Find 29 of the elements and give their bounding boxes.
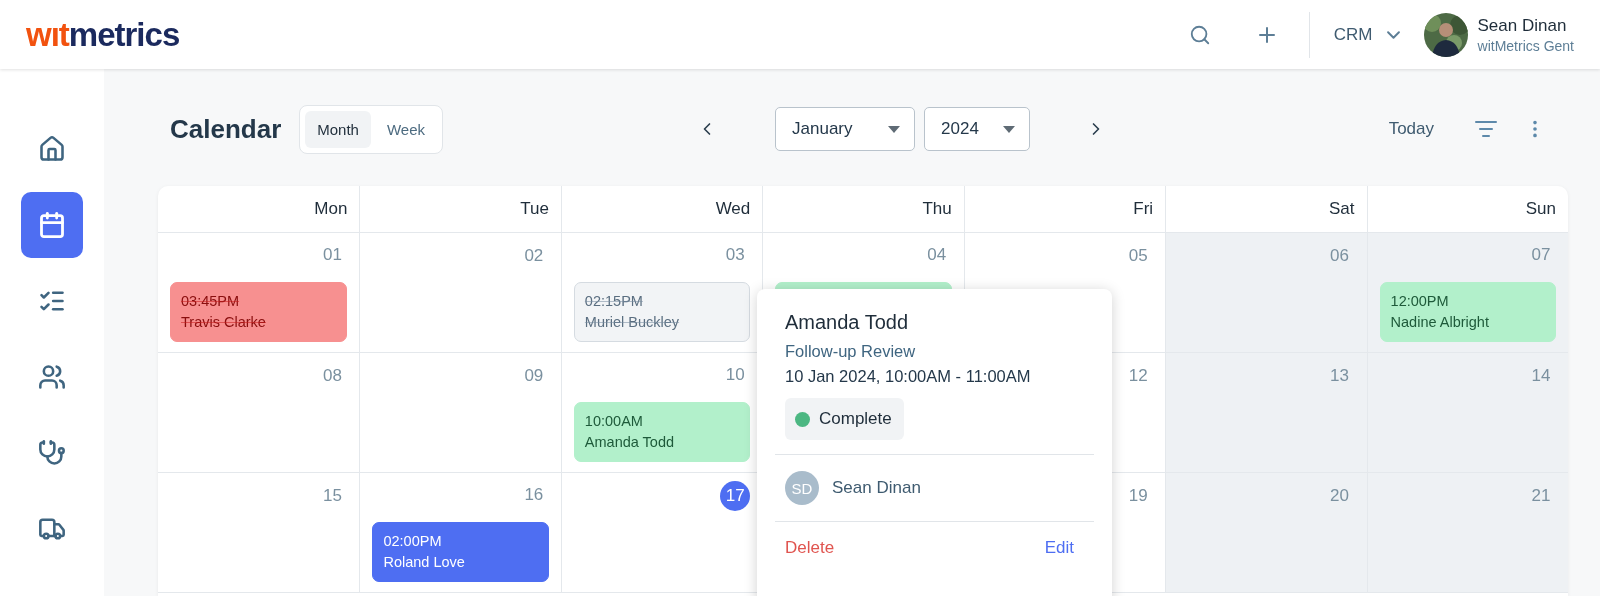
- day-number: 10: [724, 363, 746, 386]
- page-title: Calendar: [170, 113, 282, 145]
- day-number: 21: [1530, 485, 1552, 507]
- logo: wıtmetrics: [26, 15, 180, 54]
- appointment-time: 10 Jan 2024, 10:00AM - 11:00AM: [785, 367, 1032, 386]
- day-number: 12: [1127, 365, 1149, 387]
- day-number: 08: [321, 365, 343, 387]
- day-number: 06: [1329, 245, 1350, 267]
- popover-title: Amanda Todd: [785, 311, 910, 334]
- status-label: Complete: [819, 409, 892, 429]
- day-number: 01: [321, 243, 343, 266]
- day-number: 02: [523, 245, 545, 267]
- day-number: 04: [926, 243, 948, 266]
- day-number: 19: [1127, 485, 1149, 507]
- user-organization: witMetrics Gent: [1477, 37, 1574, 54]
- day-number: 05: [1127, 245, 1149, 267]
- user-name: Sean Dinan: [1477, 15, 1568, 36]
- today-marker: 17: [720, 481, 751, 511]
- appointment-type: Follow-up Review: [785, 342, 917, 361]
- day-number: 20: [1329, 485, 1350, 507]
- day-number: 07: [1530, 243, 1552, 266]
- attendee-name: Sean Dinan: [832, 478, 921, 498]
- day-number: 14: [1530, 365, 1552, 387]
- day-number: 13: [1329, 365, 1350, 387]
- day-number: 16: [523, 483, 545, 506]
- initials-avatar: SD: [785, 471, 819, 505]
- day-number: 03: [724, 243, 746, 266]
- day-number: 09: [523, 365, 545, 387]
- day-number: 15: [321, 485, 343, 507]
